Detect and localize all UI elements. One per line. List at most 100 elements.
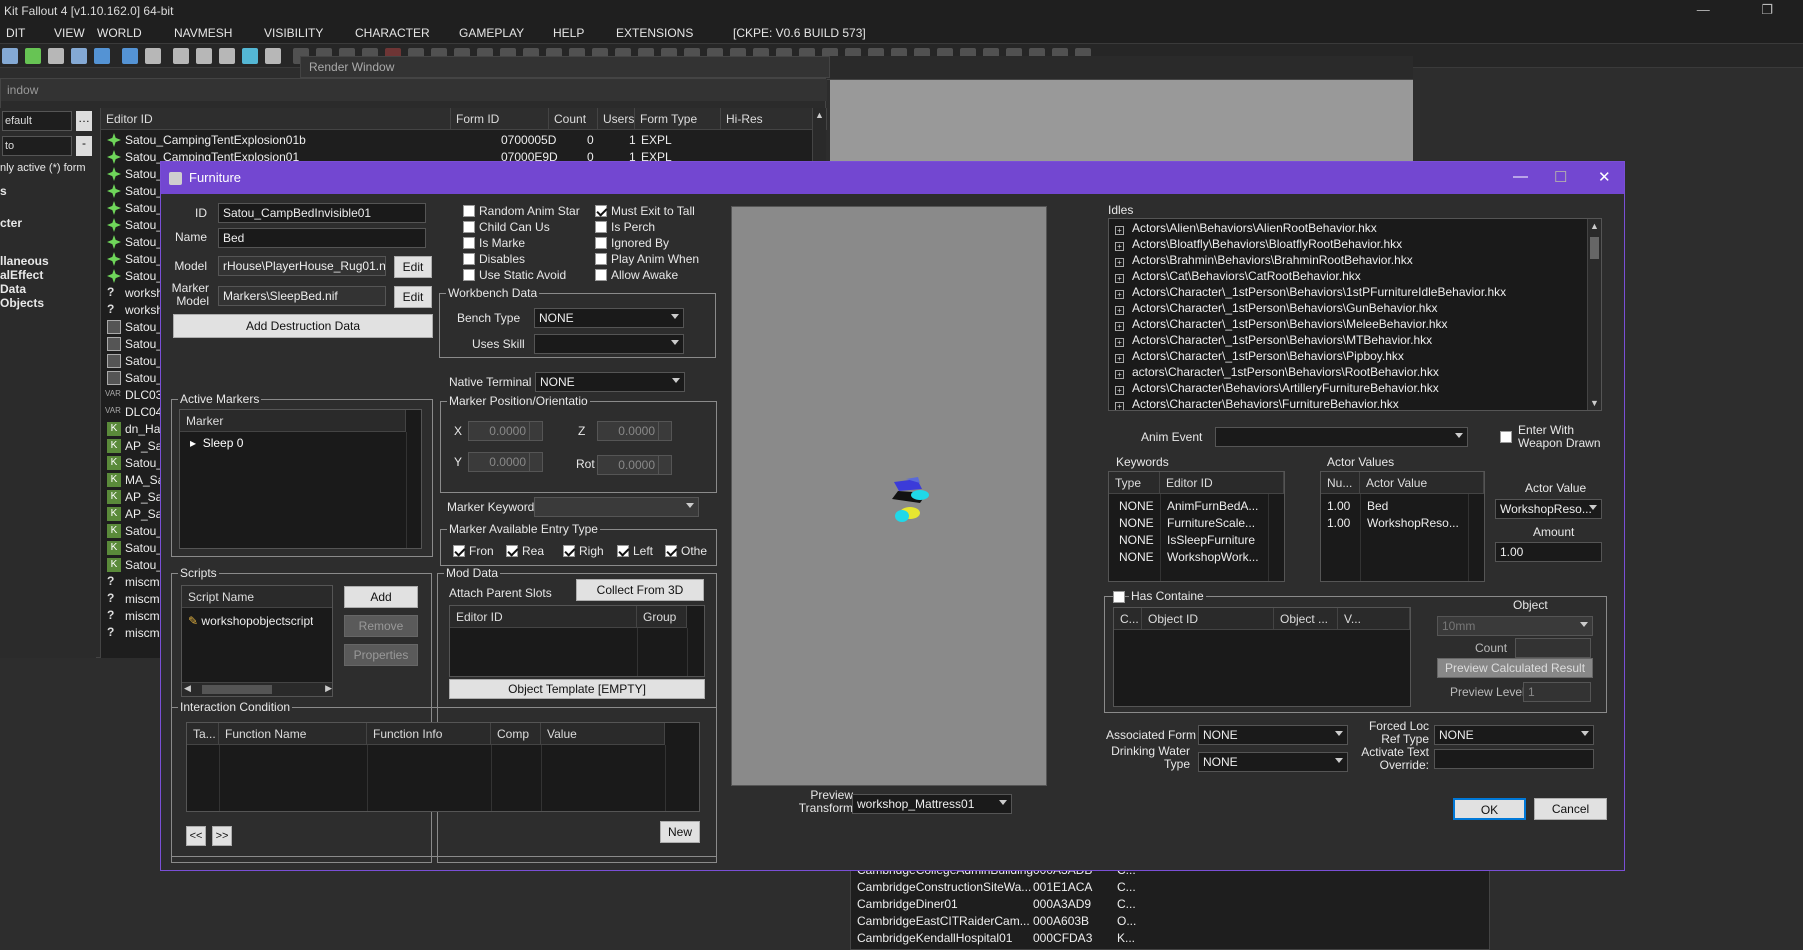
- filter-more-button[interactable]: …: [76, 111, 92, 131]
- toolbar-icon[interactable]: [145, 48, 161, 64]
- menu-item[interactable]: WORLD: [97, 26, 142, 40]
- expand-icon[interactable]: +: [1115, 386, 1124, 395]
- anim-event-combo[interactable]: [1215, 427, 1468, 447]
- cond-next-button[interactable]: >>: [212, 826, 232, 846]
- maximize-icon[interactable]: ☐: [1554, 168, 1567, 186]
- category-item[interactable]: s: [0, 184, 7, 198]
- menu-item[interactable]: VIEW: [54, 26, 85, 40]
- enter-weapon-checkbox[interactable]: [1500, 431, 1512, 443]
- actor-values-list[interactable]: Nu... Actor Value 1.00 Bed 1.00 WorkshopRes…: [1320, 471, 1485, 582]
- filter-combo[interactable]: efault: [2, 111, 72, 131]
- cancel-button[interactable]: Cancel: [1534, 798, 1607, 820]
- has-container-checkbox[interactable]: [1113, 591, 1125, 603]
- activate-text-field[interactable]: [1434, 749, 1594, 769]
- category-item[interactable]: Objects: [0, 296, 44, 310]
- assoc-form-combo[interactable]: NONE: [1198, 725, 1348, 745]
- amount-field[interactable]: 1.00: [1495, 542, 1602, 562]
- toolbar-icon[interactable]: [2, 48, 18, 64]
- object-column-header[interactable]: Users: [598, 108, 635, 130]
- actor-value-num[interactable]: 1.00: [1327, 516, 1350, 530]
- idle-item[interactable]: + Actors\Character\_1stPerson\Behaviors\M…: [1115, 317, 1448, 331]
- attach-slots-list[interactable]: Editor ID Group: [449, 605, 705, 677]
- model-field[interactable]: rHouse\PlayerHouse_Rug01.nif: [218, 256, 386, 276]
- toolbar-icon[interactable]: [94, 48, 110, 64]
- keyword-editor-id[interactable]: AnimFurnBedA...: [1167, 499, 1267, 513]
- marker-keyword-combo[interactable]: [534, 497, 699, 517]
- native-terminal-combo[interactable]: NONE: [535, 372, 685, 392]
- toolbar-icon[interactable]: [242, 48, 258, 64]
- category-item[interactable]: llaneous: [0, 254, 49, 268]
- uses-skill-combo[interactable]: [534, 334, 684, 354]
- menu-item[interactable]: VISIBILITY: [264, 26, 323, 40]
- marker-item[interactable]: ▸ Sleep 0: [190, 436, 243, 450]
- model-preview[interactable]: [731, 206, 1047, 786]
- kw-type-header[interactable]: Type: [1109, 472, 1160, 494]
- av-num-header[interactable]: Nu...: [1321, 472, 1360, 494]
- id-field[interactable]: Satou_CampBedInvisible01: [218, 203, 426, 223]
- entry-type-checkbox[interactable]: [665, 545, 677, 557]
- cont-v-header[interactable]: V...: [1338, 608, 1410, 630]
- rot-spinner[interactable]: 0.0000: [597, 455, 672, 475]
- entry-type-checkbox[interactable]: [617, 545, 629, 557]
- menu-item[interactable]: CHARACTER: [355, 26, 430, 40]
- script-hscroll[interactable]: ◀ ▶: [182, 682, 332, 696]
- keyword-editor-id[interactable]: IsSleepFurniture: [1167, 533, 1267, 547]
- idle-item[interactable]: + Actors\Cat\Behaviors\CatRootBehavior.hk…: [1115, 269, 1361, 283]
- entry-type-checkbox[interactable]: [506, 545, 518, 557]
- script-item[interactable]: ✎ workshopobjectscript: [188, 614, 313, 628]
- container-list[interactable]: C... Object ID Object ... V...: [1113, 607, 1411, 707]
- filter-clear-button[interactable]: -: [76, 136, 92, 156]
- cond-info-header[interactable]: Function Info: [367, 723, 491, 745]
- keyword-type[interactable]: NONE: [1119, 533, 1154, 547]
- expand-icon[interactable]: +: [1115, 402, 1124, 410]
- preview-result-button[interactable]: Preview Calculated Result: [1437, 658, 1593, 678]
- marker-model-edit-button[interactable]: Edit: [394, 286, 432, 308]
- cont-c-header[interactable]: C...: [1114, 608, 1142, 630]
- idle-item[interactable]: + Actors\Character\Behaviors\ArtilleryFur…: [1115, 381, 1439, 395]
- name-field[interactable]: Bed: [218, 228, 426, 248]
- keyword-type[interactable]: NONE: [1119, 499, 1154, 513]
- object-column-header[interactable]: Form Type: [635, 108, 721, 130]
- idle-item[interactable]: + Actors\Character\_1stPerson\Behaviors\M…: [1115, 333, 1432, 347]
- flag-checkbox[interactable]: [463, 221, 475, 233]
- menu-item[interactable]: HELP: [553, 26, 584, 40]
- cell-row[interactable]: CambridgeDiner01 000A3AD9 C...: [857, 897, 1477, 914]
- kw-editor-id-header[interactable]: Editor ID: [1160, 472, 1284, 494]
- script-add-button[interactable]: Add: [344, 586, 418, 608]
- object-column-header[interactable]: Form ID: [451, 108, 549, 130]
- expand-icon[interactable]: +: [1115, 290, 1124, 299]
- cond-comp-header[interactable]: Comp: [491, 723, 541, 745]
- model-edit-button[interactable]: Edit: [394, 256, 432, 278]
- av-name-header[interactable]: Actor Value: [1360, 472, 1484, 494]
- actor-value-name[interactable]: Bed: [1367, 499, 1467, 513]
- cond-function-header[interactable]: Function Name: [219, 723, 367, 745]
- flag-checkbox[interactable]: [463, 237, 475, 249]
- cont-object-id-header[interactable]: Object ID: [1142, 608, 1274, 630]
- ok-button[interactable]: OK: [1453, 798, 1526, 820]
- container-count-field[interactable]: [1515, 638, 1591, 658]
- idle-item[interactable]: + Actors\Character\_1stPerson\Behaviors\P…: [1115, 349, 1404, 363]
- x-spinner[interactable]: 0.0000: [468, 421, 543, 441]
- keyword-type[interactable]: NONE: [1119, 550, 1154, 564]
- object-template-button[interactable]: Object Template [EMPTY]: [449, 679, 705, 699]
- expand-icon[interactable]: +: [1115, 354, 1124, 363]
- preview-transform-combo[interactable]: workshop_Mattress01: [852, 794, 1012, 814]
- category-item[interactable]: Data: [0, 282, 26, 296]
- cell-row[interactable]: CambridgeKendallHospital01 000CFDA3 K...: [857, 931, 1477, 948]
- flag-checkbox[interactable]: [463, 269, 475, 281]
- marker-model-field[interactable]: Markers\SleepBed.nif: [218, 286, 386, 306]
- toolbar-icon[interactable]: [265, 48, 281, 64]
- expand-icon[interactable]: +: [1115, 306, 1124, 315]
- mod-editor-id-header[interactable]: Editor ID: [450, 606, 637, 628]
- toolbar-icon[interactable]: [196, 48, 212, 64]
- actor-value-combo[interactable]: WorkshopReso...: [1495, 499, 1602, 519]
- menu-item[interactable]: [CKPE: V0.6 BUILD 573]: [733, 26, 866, 40]
- idles-list[interactable]: + Actors\Alien\Behaviors\AlienRootBehavio…: [1108, 218, 1602, 411]
- keyword-type[interactable]: NONE: [1119, 516, 1154, 530]
- keywords-list[interactable]: Type Editor ID NONE AnimFurnBedA... NONE Fu…: [1108, 471, 1285, 582]
- entry-type-checkbox[interactable]: [563, 545, 575, 557]
- cond-value-header[interactable]: Value: [541, 723, 665, 745]
- idle-item[interactable]: + Actors\Brahmin\Behaviors\BrahminRootBeh…: [1115, 253, 1413, 267]
- cont-object-header[interactable]: Object ...: [1274, 608, 1338, 630]
- expand-icon[interactable]: +: [1115, 322, 1124, 331]
